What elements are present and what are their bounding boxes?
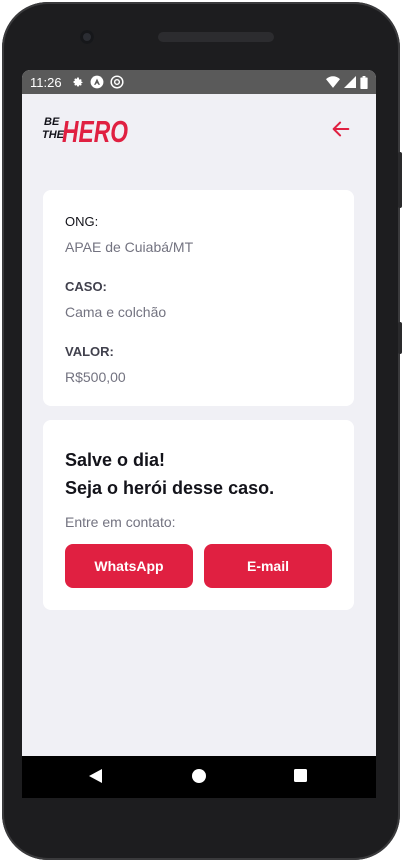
arrow-left-icon xyxy=(332,121,350,137)
svg-text:BE: BE xyxy=(44,116,60,128)
status-bar: 11:26 xyxy=(22,70,376,94)
back-triangle-icon[interactable] xyxy=(88,768,104,784)
email-button[interactable]: E-mail xyxy=(204,544,332,588)
case-label: CASO: xyxy=(65,279,107,294)
ong-label: ONG: xyxy=(65,214,99,229)
a-circle-icon xyxy=(90,75,103,89)
settings-gear-icon xyxy=(73,77,83,87)
volume-button xyxy=(398,152,402,208)
contact-title: Salve o dia! Seja o herói desse caso. xyxy=(65,446,274,502)
incident-details-card: ONG: APAE de Cuiabá/MT CASO: Cama e colc… xyxy=(43,190,354,406)
value-value: R$500,00 xyxy=(65,369,126,385)
whatsapp-button[interactable]: WhatsApp xyxy=(65,544,193,588)
back-button[interactable] xyxy=(330,118,352,140)
app-header: BE THE HERO xyxy=(22,94,376,164)
contact-title-line1: Salve o dia! xyxy=(65,450,166,470)
contact-description: Entre em contato: xyxy=(65,514,176,530)
wifi-icon xyxy=(326,76,340,88)
android-nav-bar xyxy=(22,756,376,798)
sync-circle-icon xyxy=(110,75,124,89)
battery-icon xyxy=(360,75,368,89)
status-time: 11:26 xyxy=(30,74,62,90)
earpiece-speaker xyxy=(158,32,274,42)
recents-square-icon[interactable] xyxy=(293,768,308,783)
svg-text:HERO: HERO xyxy=(62,114,128,148)
power-button xyxy=(398,322,402,354)
ong-value: APAE de Cuiabá/MT xyxy=(65,239,194,255)
app-screen: 11:26 BE THE HERO ONG: APAE de Cuiabá/MT… xyxy=(22,70,376,756)
be-the-hero-logo: BE THE HERO xyxy=(42,112,132,153)
contact-title-line2: Seja o herói desse caso. xyxy=(65,478,275,498)
case-value: Cama e colchão xyxy=(65,304,167,320)
value-label: VALOR: xyxy=(65,344,114,359)
signal-icon xyxy=(344,76,356,88)
front-camera xyxy=(80,30,94,44)
contact-card: Salve o dia! Seja o herói desse caso. En… xyxy=(43,420,354,610)
home-circle-icon[interactable] xyxy=(191,768,207,784)
